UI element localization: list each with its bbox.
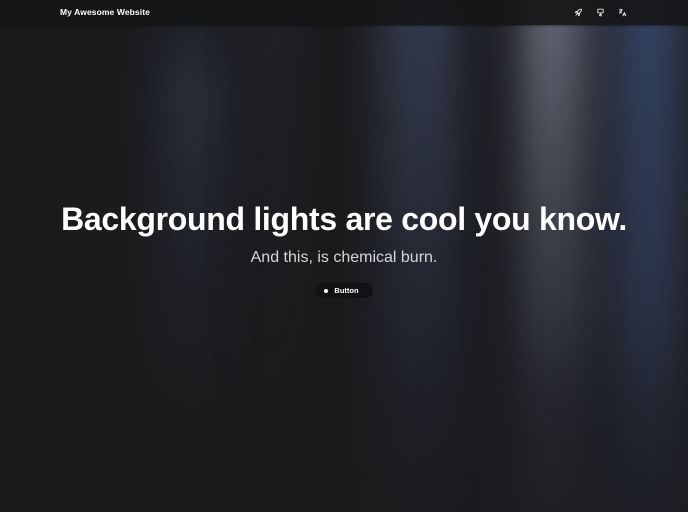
brand-link[interactable]: My Awesome Website (60, 7, 150, 17)
navbar: My Awesome Website (0, 0, 688, 25)
brush-icon[interactable] (594, 6, 606, 18)
page: My Awesome Website Background lights are… (0, 0, 688, 512)
translate-icon[interactable] (616, 6, 628, 18)
hero-section: Background lights are cool you know. And… (0, 199, 688, 298)
rocket-icon[interactable] (572, 6, 584, 18)
navbar-icons (572, 6, 628, 18)
hero-subtitle: And this, is chemical burn. (250, 249, 438, 266)
hero-title: Background lights are cool you know. (61, 201, 627, 237)
hero-button-label: Button (334, 286, 359, 295)
hero-button[interactable]: Button (315, 283, 373, 298)
dot-icon (324, 288, 329, 293)
